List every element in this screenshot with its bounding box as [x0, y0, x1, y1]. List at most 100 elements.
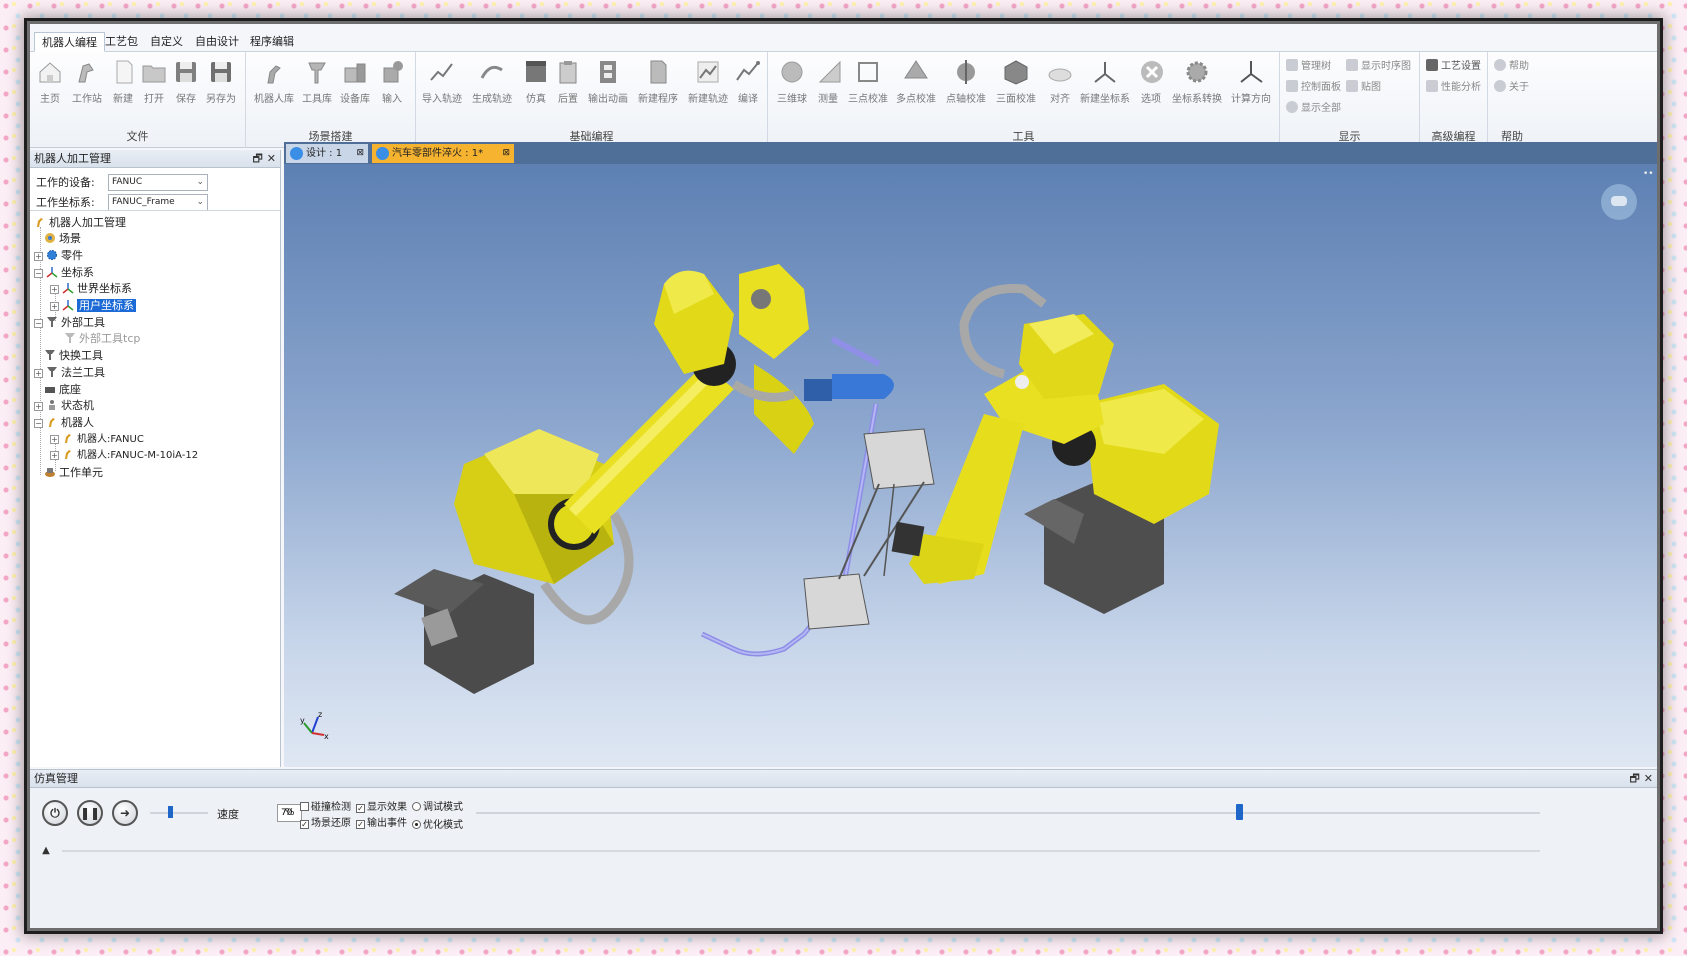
texture-button[interactable]: 贴图 — [1346, 79, 1381, 97]
show-effect-checkbox[interactable]: ✓ 显示效果 — [356, 801, 407, 815]
control-panel-button[interactable]: 控制面板 — [1286, 79, 1341, 97]
pin-icon[interactable]: 🗗 — [1629, 772, 1639, 785]
scene-restore-checkbox[interactable]: ✓ 场景还原 — [300, 817, 351, 831]
tree-node-scene[interactable]: 场景 — [44, 231, 81, 247]
pause-button[interactable]: ❚❚ — [77, 800, 103, 826]
measure-button[interactable]: 测量 — [816, 58, 841, 108]
expand-icon[interactable]: + — [34, 252, 43, 261]
tree-node-base[interactable]: 底座 — [44, 382, 81, 398]
about-button[interactable]: 关于 — [1494, 79, 1529, 97]
process-settings-button[interactable]: 工艺设置 — [1426, 58, 1481, 76]
output-animation-button[interactable]: 输出动画 — [588, 58, 628, 108]
compile-button[interactable]: 编译 — [734, 58, 762, 108]
tree-node-work-cell[interactable]: 工作单元 — [44, 465, 103, 481]
multi-point-calibration-button[interactable]: 多点校准 — [896, 58, 936, 108]
frame-select[interactable]: FANUC_Frame ⌄ — [108, 194, 208, 211]
generate-trajectory-button[interactable]: 生成轨迹 — [472, 58, 512, 108]
tab-robot-programming[interactable]: 机器人编程 — [34, 32, 105, 52]
close-icon[interactable]: ✕ — [267, 152, 276, 165]
assistant-robot-icon[interactable] — [1601, 184, 1637, 220]
collision-check-checkbox[interactable]: 碰撞检测 — [300, 801, 351, 815]
debug-mode-radio[interactable]: 调试模式 — [412, 801, 463, 815]
tree-node-robot-fanuc-m10ia[interactable]: + 机器人:FANUC-M-10iA-12 — [50, 448, 198, 464]
more-icon[interactable]: •• — [1643, 170, 1654, 179]
robot-library-button[interactable]: 机器人库 — [254, 58, 294, 108]
save-button[interactable]: 保存 — [172, 58, 200, 108]
tree-node-robot-fanuc[interactable]: + 机器人:FANUC — [50, 432, 144, 448]
point-axis-calibration-button[interactable]: 点轴校准 — [946, 58, 986, 108]
expand-icon[interactable]: + — [34, 402, 43, 411]
power-button[interactable]: ⏻ — [42, 800, 68, 826]
new-trajectory-button[interactable]: 新建轨迹 — [688, 58, 728, 108]
3d-ball-button[interactable]: 三维球 — [776, 58, 808, 108]
tree-node-user-frame[interactable]: + 用户坐标系 — [50, 298, 136, 314]
robot-scene — [394, 264, 1219, 694]
close-icon[interactable]: ⊠ — [502, 144, 510, 163]
import-trajectory-button[interactable]: 导入轨迹 — [422, 58, 462, 108]
timeline-slider[interactable] — [1236, 804, 1243, 820]
options-button[interactable]: 选项 — [1138, 58, 1164, 108]
tab-auto-parts-quenching[interactable]: 汽车零部件淬火 : 1* ⊠ — [372, 144, 514, 163]
tree-node-world-frame[interactable]: + 世界坐标系 — [50, 281, 132, 297]
home-button[interactable]: 主页 — [36, 58, 64, 108]
tree-node-state-machine[interactable]: + 状态机 — [34, 398, 94, 414]
tree-node-quick-change-tool[interactable]: 快换工具 — [44, 348, 103, 364]
post-process-button[interactable]: 后置 — [554, 58, 582, 108]
pin-icon[interactable]: 🗗 — [252, 152, 262, 165]
expand-icon[interactable]: + — [50, 302, 59, 311]
open-button[interactable]: 打开 — [140, 58, 168, 108]
tree-node-external-tool[interactable]: − 外部工具 — [34, 315, 105, 331]
output-event-checkbox[interactable]: ✓ 输出事件 — [356, 817, 407, 831]
compute-direction-button[interactable]: 计算方向 — [1230, 58, 1272, 108]
gear-icon — [47, 250, 57, 260]
close-icon[interactable]: ⊠ — [356, 144, 364, 163]
tree-node-external-tool-tcp[interactable]: 外部工具tcp — [64, 331, 140, 347]
three-plane-calibration-button[interactable]: 三面校准 — [996, 58, 1036, 108]
tree-node-parts[interactable]: + 零件 — [34, 248, 83, 264]
tab-customize[interactable]: 自定义 — [143, 32, 190, 52]
simulate-button[interactable]: 仿真 — [522, 58, 550, 108]
new-coordinate-system-button[interactable]: 新建坐标系 — [1080, 58, 1130, 108]
expand-icon[interactable]: + — [50, 435, 59, 444]
help-button[interactable]: 帮助 — [1494, 58, 1529, 76]
device-library-button[interactable]: 设备库 — [340, 58, 370, 108]
tab-design[interactable]: 设计 : 1 ⊠ — [286, 144, 368, 163]
speed-slider[interactable] — [168, 806, 173, 818]
collapse-icon[interactable]: − — [34, 319, 43, 328]
new-button[interactable]: 新建 — [110, 58, 136, 108]
three-point-calibration-button[interactable]: 三点校准 — [848, 58, 888, 108]
robot-processing-panel: 机器人加工管理 🗗 ✕ 工作的设备: FANUC ⌄ 工作坐标系: FANUC_Fr… — [30, 150, 281, 767]
new-program-button[interactable]: 新建程序 — [638, 58, 678, 108]
tree-node-root[interactable]: 机器人加工管理 — [34, 215, 126, 231]
tool-library-button[interactable]: 工具库 — [302, 58, 332, 108]
input-button[interactable]: 输入 — [378, 58, 406, 108]
tab-process-package[interactable]: 工艺包 — [98, 32, 145, 52]
save-as-button[interactable]: 另存为 — [204, 58, 238, 108]
tree-node-coordinate-systems[interactable]: − 坐标系 — [34, 265, 94, 281]
workstation-button[interactable]: 工作站 — [70, 58, 104, 108]
performance-analysis-button[interactable]: 性能分析 — [1426, 79, 1481, 97]
tab-program-edit[interactable]: 程序编辑 — [243, 32, 301, 52]
collapse-icon[interactable]: − — [34, 269, 43, 278]
close-icon[interactable]: ✕ — [1644, 772, 1653, 785]
device-icon — [344, 63, 366, 83]
3d-viewport[interactable]: •• z y x — [284, 164, 1657, 767]
collapse-icon[interactable]: − — [34, 419, 43, 428]
tab-free-design[interactable]: 自由设计 — [188, 32, 246, 52]
timeline-track[interactable] — [476, 812, 1540, 814]
expand-icon[interactable]: + — [34, 369, 43, 378]
expand-up-icon[interactable]: ▲ — [38, 844, 54, 858]
expand-icon[interactable]: + — [50, 285, 59, 294]
show-timing-chart-button[interactable]: 显示时序图 — [1346, 58, 1411, 76]
optimize-mode-radio[interactable]: 优化模式 — [412, 819, 463, 833]
align-button[interactable]: 对齐 — [1046, 58, 1074, 108]
management-tree-button[interactable]: 管理树 — [1286, 58, 1331, 76]
show-all-button[interactable]: 显示全部 — [1286, 100, 1341, 118]
device-select[interactable]: FANUC ⌄ — [108, 174, 208, 191]
transform-gear-icon — [1186, 61, 1208, 83]
tree-node-robots[interactable]: − 机器人 — [34, 415, 94, 431]
coordinate-transform-button[interactable]: 坐标系转换 — [1172, 58, 1222, 108]
tree-node-flange-tool[interactable]: + 法兰工具 — [34, 365, 105, 381]
step-forward-button[interactable]: ➜ — [112, 800, 138, 826]
expand-icon[interactable]: + — [50, 451, 59, 460]
